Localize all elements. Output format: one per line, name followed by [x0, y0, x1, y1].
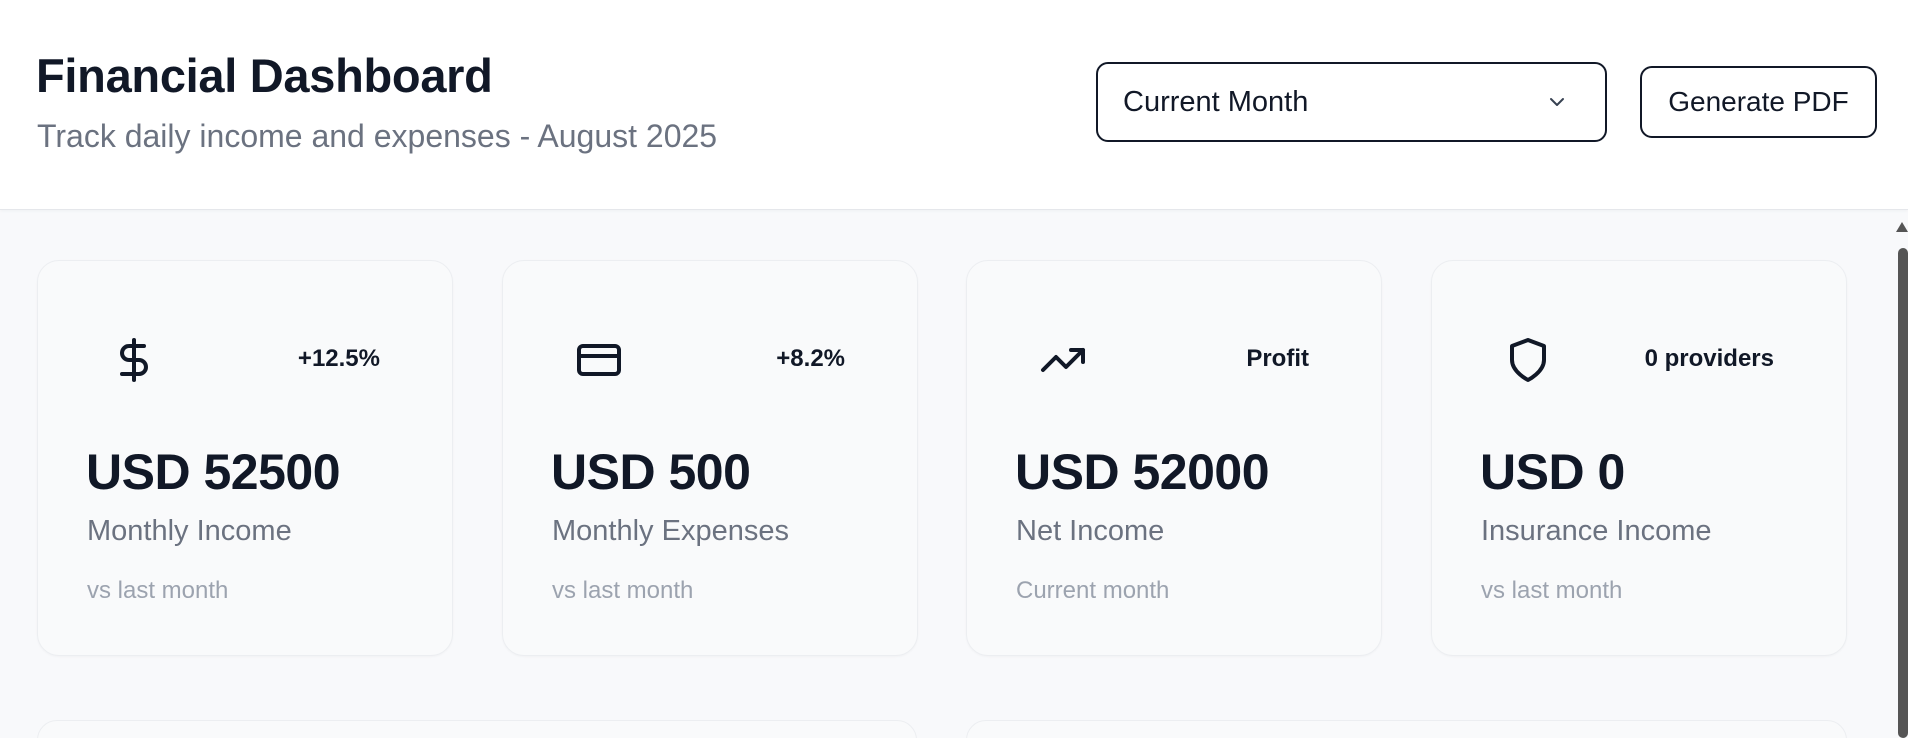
- stat-caption: vs last month: [552, 577, 694, 604]
- stat-card-monthly-income: +12.5% USD 52500 Monthly Income vs last …: [37, 260, 453, 656]
- stat-label: Monthly Income: [87, 515, 292, 547]
- shield-icon: [1510, 338, 1546, 382]
- stat-value: USD 500: [551, 444, 751, 500]
- stat-card-monthly-expenses: +8.2% USD 500 Monthly Expenses vs last m…: [502, 260, 918, 656]
- scroll-up-arrow[interactable]: [1896, 222, 1908, 232]
- stat-caption: vs last month: [87, 577, 229, 604]
- change-badge: +12.5%: [297, 345, 380, 372]
- lower-panel-right: [966, 720, 1847, 738]
- stat-value: USD 0: [1480, 444, 1625, 500]
- page-title: Financial Dashboard: [36, 49, 493, 102]
- stat-label: Net Income: [1016, 515, 1165, 547]
- stat-caption: Current month: [1016, 577, 1170, 604]
- stat-value: USD 52500: [86, 444, 341, 500]
- lower-panel-left: [37, 720, 917, 738]
- page-header: Financial Dashboard Track daily income a…: [0, 0, 1908, 210]
- page-subtitle: Track daily income and expenses - August…: [37, 118, 718, 154]
- credit-card-icon: [577, 344, 621, 376]
- dollar-sign-icon: [120, 338, 148, 382]
- stat-card-net-income: Profit USD 52000 Net Income Current mont…: [966, 260, 1382, 656]
- period-select-value: Current Month: [1123, 86, 1309, 118]
- change-badge: +8.2%: [776, 345, 845, 372]
- trending-up-icon: [1041, 348, 1085, 372]
- stat-caption: vs last month: [1481, 577, 1623, 604]
- generate-pdf-button[interactable]: Generate PDF: [1640, 66, 1877, 138]
- stat-card-insurance-income: 0 providers USD 0 Insurance Income vs la…: [1431, 260, 1847, 656]
- stat-label: Insurance Income: [1481, 515, 1712, 547]
- scrollbar-thumb[interactable]: [1898, 248, 1908, 738]
- stat-value: USD 52000: [1015, 444, 1270, 500]
- stat-label: Monthly Expenses: [552, 515, 789, 547]
- chevron-down-icon: [1550, 98, 1564, 106]
- status-badge: Profit: [1246, 345, 1309, 372]
- period-select[interactable]: Current Month: [1096, 62, 1607, 142]
- providers-badge: 0 providers: [1644, 345, 1774, 372]
